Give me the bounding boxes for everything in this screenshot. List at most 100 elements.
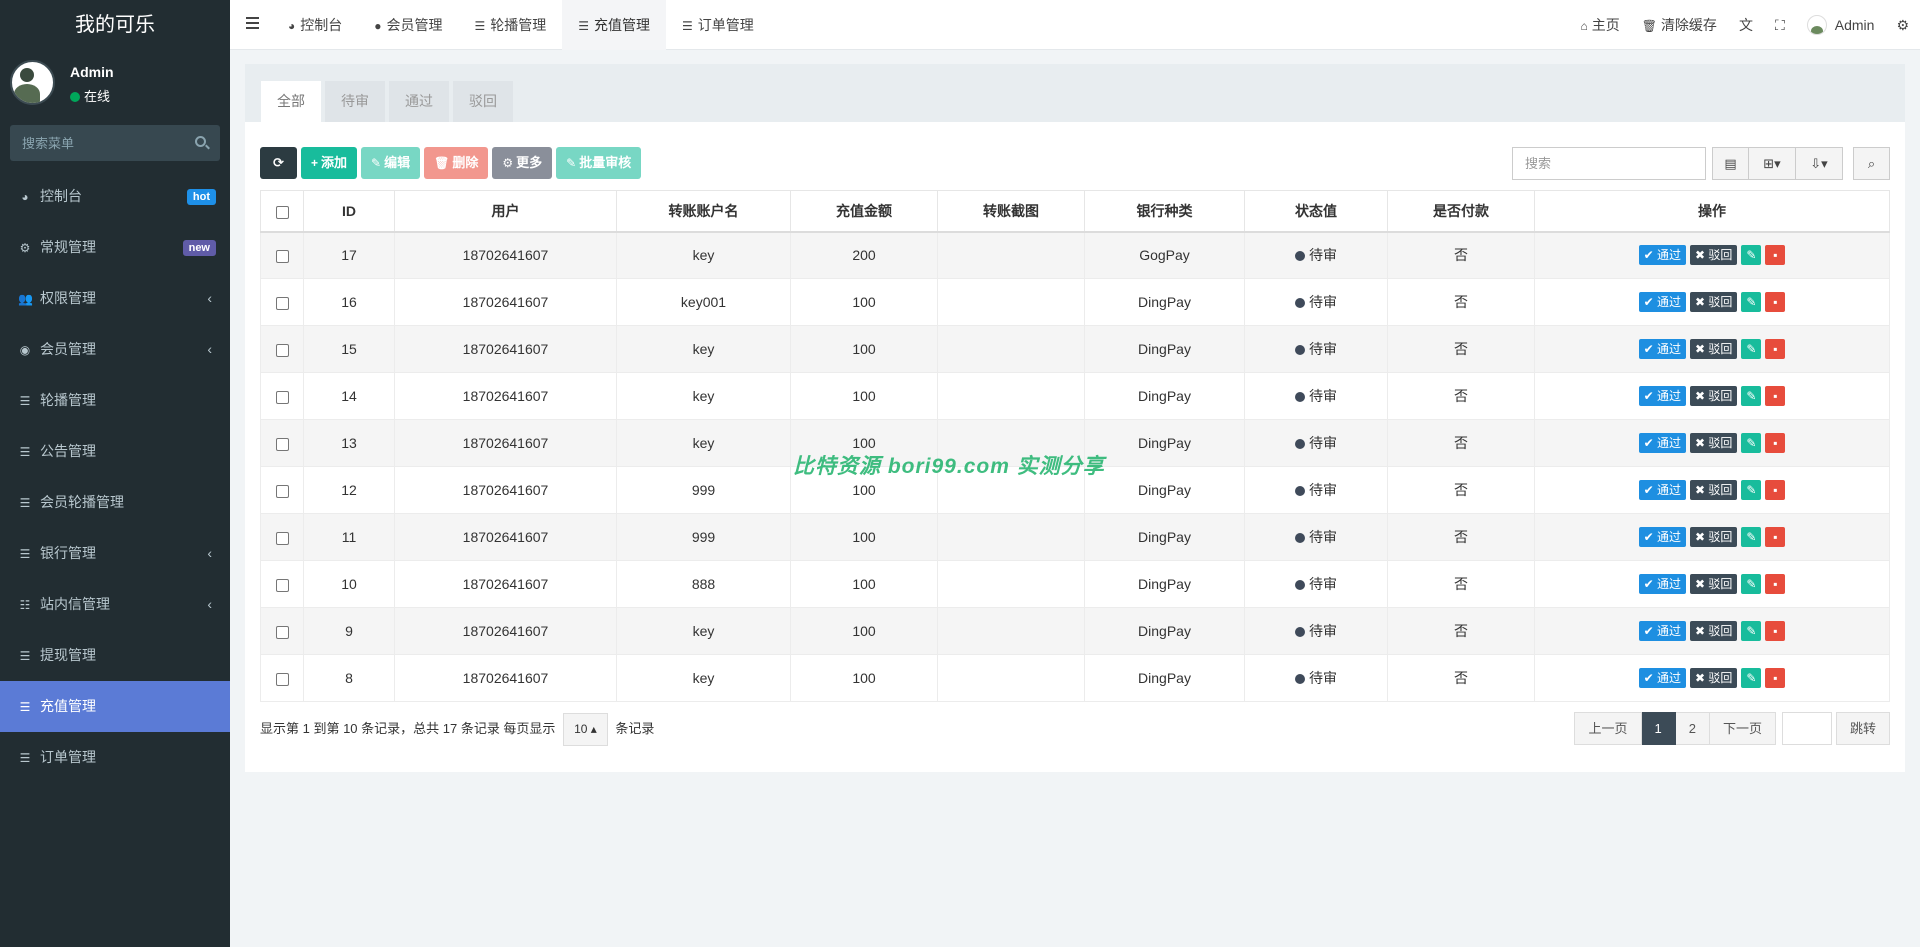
approve-button[interactable]: ✔ 通过 (1638, 339, 1686, 359)
search-icon[interactable] (195, 136, 206, 147)
tab-recharge[interactable]: ☰ 充值管理 (562, 0, 667, 50)
approve-button[interactable]: ✔ 通过 (1638, 433, 1686, 453)
reject-button[interactable]: ✖ 驳回 (1690, 527, 1738, 547)
row-edit-button[interactable]: ✎ (1741, 339, 1762, 359)
row-checkbox[interactable] (275, 343, 289, 357)
sidebar-item-withdraw[interactable]: ☰ 提现管理 (0, 630, 230, 681)
advanced-search-button[interactable]: ⌕ (1853, 147, 1890, 180)
row-edit-button[interactable]: ✎ (1741, 386, 1762, 406)
sidebar-item-order[interactable]: ☰ 订单管理 (0, 732, 230, 783)
admin-menu[interactable]: Admin (1796, 0, 1886, 50)
tab-carousel[interactable]: ☰ 轮播管理 (459, 0, 563, 50)
language-button[interactable]: 文 (1728, 0, 1764, 50)
edit-button[interactable]: ✎ 编辑 (361, 147, 421, 179)
reject-button[interactable]: ✖ 驳回 (1690, 574, 1738, 594)
reject-button[interactable]: ✖ 驳回 (1690, 386, 1738, 406)
reject-button[interactable]: ✖ 驳回 (1690, 245, 1738, 266)
jump-button[interactable]: 跳转 (1835, 712, 1890, 745)
approve-button[interactable]: ✔ 通过 (1638, 292, 1686, 312)
sidebar-item-general[interactable]: ⚙ 常规管理 new (0, 222, 230, 273)
export-button[interactable]: ⇩▾ (1796, 147, 1843, 180)
table-row[interactable]: 10 18702641607 888 100 DingPay 待审否 ✔ 通过 ✖ 驳回 ✎ ▪ (260, 560, 1890, 608)
menu-search-input[interactable] (10, 125, 220, 161)
batch-review-button[interactable]: ✎ 批量审核 (556, 147, 642, 179)
row-delete-button[interactable]: ▪ (1765, 339, 1786, 359)
table-row[interactable]: 14 18702641607 key 100 DingPay 待审否 ✔ 通过 ✖ 驳回 ✎ ▪ (260, 372, 1890, 420)
tab-dashboard[interactable]: ◕ 控制台 (272, 0, 358, 50)
tab-all[interactable]: 全部 (261, 81, 321, 122)
row-delete-button[interactable]: ▪ (1765, 668, 1786, 688)
row-edit-button[interactable]: ✎ (1741, 433, 1762, 453)
tab-pending[interactable]: 待审 (325, 81, 385, 122)
row-delete-button[interactable]: ▪ (1765, 292, 1786, 312)
row-edit-button[interactable]: ✎ (1741, 668, 1762, 688)
sidebar-item-recharge[interactable]: ☰ 充值管理 (0, 681, 230, 732)
row-delete-button[interactable]: ▪ (1765, 480, 1786, 500)
approve-button[interactable]: ✔ 通过 (1638, 574, 1686, 594)
home-link[interactable]: ⌂ 主页 (1569, 0, 1630, 50)
tab-approved[interactable]: 通过 (389, 81, 449, 122)
table-row[interactable]: 15 18702641607 key 100 DingPay 待审否 ✔ 通过 ✖ 驳回 ✎ ▪ (260, 325, 1890, 373)
sidebar-item-member-carousel[interactable]: ☰ 会员轮播管理 (0, 477, 230, 528)
tab-order[interactable]: ☰ 订单管理 (666, 0, 770, 50)
row-edit-button[interactable]: ✎ (1741, 621, 1762, 641)
more-button[interactable]: ⚙ 更多 (492, 147, 553, 179)
row-checkbox[interactable] (275, 437, 289, 451)
row-delete-button[interactable]: ▪ (1765, 386, 1786, 406)
column-header[interactable]: 转账截图 (937, 190, 1085, 233)
approve-button[interactable]: ✔ 通过 (1638, 668, 1686, 688)
approve-button[interactable]: ✔ 通过 (1638, 480, 1686, 500)
prev-page-button[interactable]: 上一页 (1574, 712, 1642, 745)
sidebar-item-bank[interactable]: ☰ 银行管理 ‹ (0, 528, 230, 579)
clear-cache-button[interactable]: 🗑 清除缓存 (1631, 0, 1728, 50)
settings-button[interactable]: ⚙ (1885, 0, 1920, 50)
reject-button[interactable]: ✖ 驳回 (1690, 621, 1738, 641)
column-header[interactable]: ID (303, 190, 395, 233)
row-checkbox[interactable] (275, 578, 289, 592)
reject-button[interactable]: ✖ 驳回 (1690, 292, 1738, 312)
column-header[interactable]: 是否付款 (1387, 190, 1535, 233)
row-delete-button[interactable]: ▪ (1765, 621, 1786, 641)
row-checkbox[interactable] (275, 625, 289, 639)
reject-button[interactable]: ✖ 驳回 (1690, 339, 1738, 359)
row-edit-button[interactable]: ✎ (1741, 245, 1762, 266)
table-search-input[interactable] (1512, 147, 1706, 180)
page-size-select[interactable]: 10 ▴ (563, 713, 608, 746)
table-row[interactable]: 17 18702641607 key 200 GogPay 待审否 ✔ 通过 ✖ 驳回 ✎ ▪ (260, 231, 1890, 279)
app-logo[interactable]: 我的可乐 (0, 0, 230, 50)
page-button[interactable]: 1 (1641, 712, 1676, 745)
columns-button[interactable]: ⊞▾ (1749, 147, 1796, 180)
tab-rejected[interactable]: 驳回 (453, 81, 513, 122)
sidebar-item-permission[interactable]: 👥 权限管理 ‹ (0, 273, 230, 324)
row-delete-button[interactable]: ▪ (1765, 574, 1786, 594)
column-header[interactable]: 状态值 (1244, 190, 1388, 233)
table-row[interactable]: 16 18702641607 key001 100 DingPay 待审否 ✔ 通过 ✖ 驳回… (260, 278, 1890, 326)
row-checkbox[interactable] (275, 484, 289, 498)
sidebar-item-notice[interactable]: ☰ 公告管理 (0, 426, 230, 477)
reject-button[interactable]: ✖ 驳回 (1690, 668, 1738, 688)
row-delete-button[interactable]: ▪ (1765, 527, 1786, 547)
card-view-button[interactable]: ▤ (1712, 147, 1749, 180)
next-page-button[interactable]: 下一页 (1709, 712, 1776, 745)
row-delete-button[interactable]: ▪ (1765, 245, 1786, 266)
column-header[interactable]: 用户 (394, 190, 617, 233)
reject-button[interactable]: ✖ 驳回 (1690, 480, 1738, 500)
sidebar-item-message[interactable]: ☷ 站内信管理 ‹ (0, 579, 230, 630)
column-header[interactable]: 充值金额 (790, 190, 938, 233)
row-edit-button[interactable]: ✎ (1741, 480, 1762, 500)
column-header[interactable]: 转账账户名 (616, 190, 791, 233)
jump-page-input[interactable] (1781, 712, 1832, 745)
row-checkbox[interactable] (275, 672, 289, 686)
approve-button[interactable]: ✔ 通过 (1638, 527, 1686, 547)
approve-button[interactable]: ✔ 通过 (1638, 386, 1686, 406)
row-edit-button[interactable]: ✎ (1741, 527, 1762, 547)
table-row[interactable]: 11 18702641607 999 100 DingPay 待审否 ✔ 通过 ✖ 驳回 ✎ ▪ (260, 513, 1890, 561)
fullscreen-button[interactable]: ⛶ (1764, 0, 1796, 50)
sidebar-toggle-icon[interactable] (246, 17, 259, 29)
column-header[interactable]: 银行种类 (1084, 190, 1245, 233)
table-row[interactable]: 9 18702641607 key 100 DingPay 待审否 ✔ 通过 ✖ 驳回 ✎ ▪ (260, 607, 1890, 655)
row-checkbox[interactable] (275, 250, 289, 264)
refresh-button[interactable]: ⟳ (260, 147, 297, 179)
row-delete-button[interactable]: ▪ (1765, 433, 1786, 453)
row-edit-button[interactable]: ✎ (1741, 574, 1762, 594)
